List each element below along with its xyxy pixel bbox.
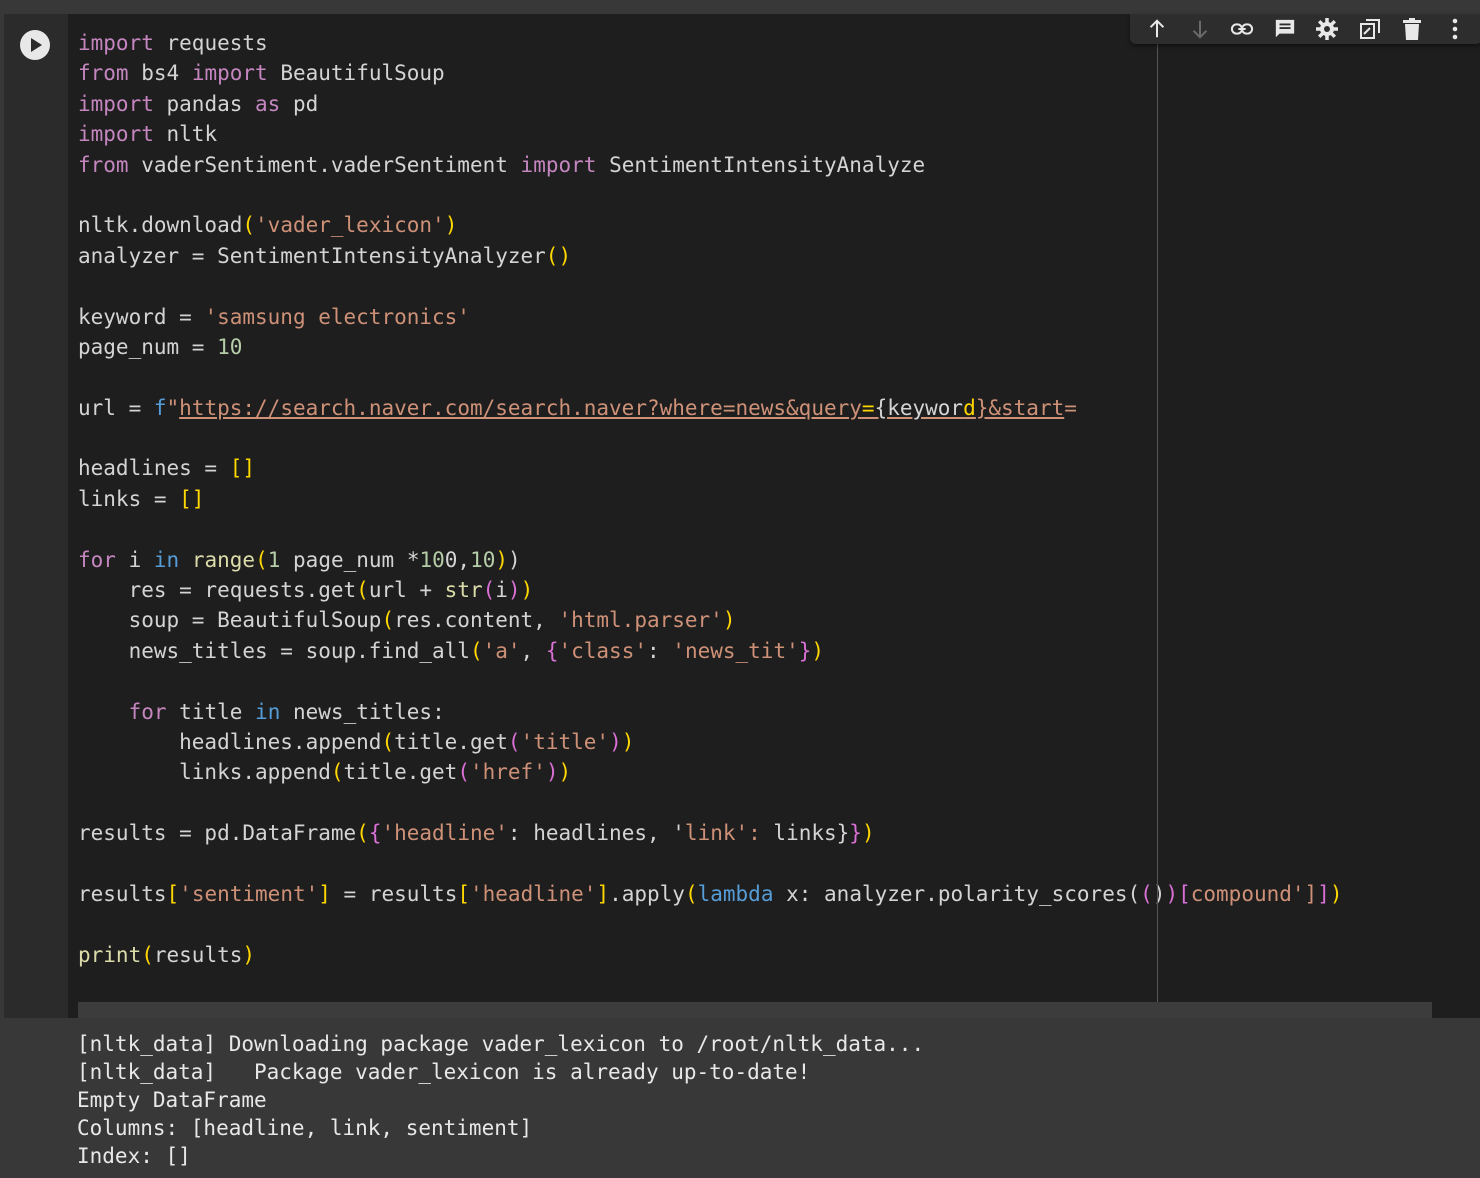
code-line-23: for title in news_titles:: [128, 699, 445, 724]
code-line-8: analyzer = SentimentIntensityAnalyzer(): [78, 243, 572, 268]
code-line-16: links = []: [78, 486, 205, 511]
code-line-13: url = f"https://search.naver.com/search.…: [78, 395, 1077, 420]
output-line-1: [nltk_data] Downloading package vader_le…: [77, 1032, 925, 1056]
code-line-20: soup = BeautifulSoup(res.content, 'html.…: [78, 608, 736, 633]
delete-icon[interactable]: [1398, 17, 1426, 41]
code-line-7: nltk.download('vader_lexicon'): [78, 213, 458, 238]
code-line-19: res = requests.get(url + str(i)): [78, 578, 534, 603]
code-line-10: keyword = 'samsung electronics': [78, 304, 470, 329]
cell-output: [nltk_data] Downloading package vader_le…: [4, 1018, 1480, 1178]
code-line-15: headlines = []: [78, 456, 256, 481]
more-options-icon[interactable]: [1441, 17, 1469, 41]
link-icon[interactable]: [1228, 17, 1256, 41]
output-line-3: Empty DataFrame: [77, 1088, 267, 1112]
cell-toolbar: [1130, 14, 1480, 44]
code-line-18: for i in range(1 page_num *100,10)): [78, 547, 521, 572]
code-line-2: from bs4 import BeautifulSoup: [78, 61, 445, 86]
run-cell-button[interactable]: [20, 30, 50, 60]
horizontal-scrollbar[interactable]: [78, 1002, 1432, 1018]
code-line-11: page_num = 10: [78, 334, 243, 359]
cell-gutter: [4, 14, 68, 1018]
code-editor[interactable]: import requests from bs4 import Beautiful…: [78, 28, 1478, 1018]
code-line-4: import nltk: [78, 122, 218, 147]
code-text[interactable]: import requests from bs4 import Beautiful…: [78, 28, 1478, 970]
code-line-5: from vaderSentiment.vaderSentiment impor…: [78, 152, 926, 177]
output-text: [nltk_data] Downloading package vader_le…: [77, 1030, 924, 1170]
output-line-2: [nltk_data] Package vader_lexicon is alr…: [77, 1060, 811, 1084]
code-line-31: print(results): [78, 942, 256, 967]
output-line-5: Index: []: [77, 1144, 191, 1168]
comment-icon[interactable]: [1271, 17, 1299, 41]
code-line-24: headlines.append(title.get('title')): [78, 729, 635, 754]
output-line-4: Columns: [headline, link, sentiment]: [77, 1116, 533, 1140]
move-up-icon[interactable]: [1143, 17, 1171, 41]
editor-ruler: [1157, 30, 1158, 1032]
code-line-21: news_titles = soup.find_all('a', {'class…: [78, 638, 825, 663]
mirror-cell-icon[interactable]: [1356, 17, 1384, 41]
settings-icon[interactable]: [1313, 17, 1341, 41]
move-down-icon[interactable]: [1186, 17, 1214, 41]
code-line-25: links.append(title.get('href')): [78, 760, 572, 785]
code-line-29: results['sentiment'] = results['headline…: [78, 881, 1343, 906]
code-cell[interactable]: import requests from bs4 import Beautiful…: [4, 14, 1480, 1178]
code-line-27: results = pd.DataFrame({'headline': head…: [78, 821, 875, 846]
code-line-3: import pandas as pd: [78, 91, 319, 116]
